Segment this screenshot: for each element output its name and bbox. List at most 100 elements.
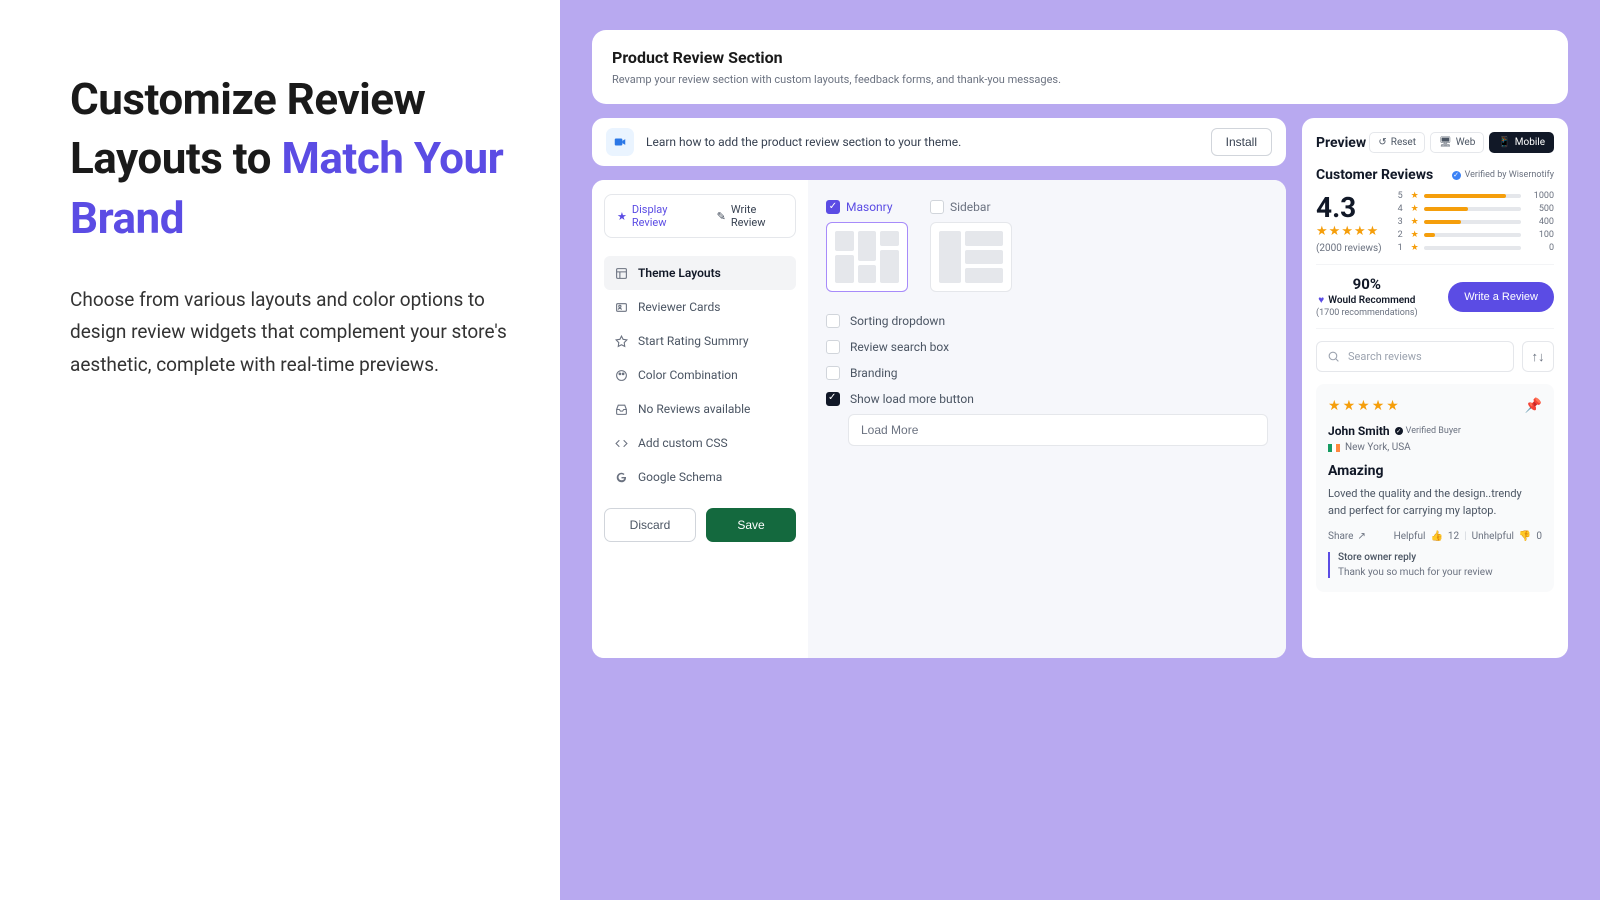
reset-button[interactable]: ↺ Reset (1369, 132, 1425, 153)
menu-reviewer-cards[interactable]: Reviewer Cards (604, 290, 796, 324)
bar-row[interactable]: 5★1000 (1398, 191, 1554, 201)
menu-google-schema[interactable]: Google Schema (604, 460, 796, 494)
bar-row[interactable]: 1★0 (1398, 243, 1554, 253)
owner-reply: Store owner reply Thank you so much for … (1328, 552, 1542, 578)
info-text: Learn how to add the product review sect… (646, 135, 1199, 149)
recommend-block: 90% ♥Would Recommend (1700 recommendatio… (1316, 275, 1418, 318)
header-card: Product Review Section Revamp your revie… (592, 30, 1568, 104)
helpful-label: Helpful (1394, 531, 1426, 542)
recommend-pct: 90% (1353, 275, 1381, 293)
loadmore-input[interactable] (848, 414, 1268, 446)
rating-value: 4.3 (1316, 191, 1382, 224)
side-menu: Theme Layouts Reviewer Cards Start Ratin… (604, 256, 796, 494)
menu-label: Reviewer Cards (638, 300, 720, 314)
hero-title: Customize Review Layouts to Match Your B… (70, 70, 560, 248)
unhelpful-label: Unhelpful (1472, 531, 1514, 542)
menu-custom-css[interactable]: Add custom CSS (604, 426, 796, 460)
opt-search[interactable]: Review search box (826, 340, 1268, 354)
heart-icon: ♥ (1318, 295, 1324, 306)
code-icon (614, 436, 628, 450)
hero-subtitle: Choose from various layouts and color op… (70, 284, 510, 381)
opt-branding[interactable]: Branding (826, 366, 1268, 380)
unhelpful-count: 0 (1536, 531, 1542, 542)
mobile-button[interactable]: 📱Mobile (1489, 132, 1554, 153)
checkbox-checked-icon (826, 392, 840, 406)
search-icon (1327, 350, 1340, 363)
checkbox-checked-icon (826, 200, 840, 214)
reset-icon: ↺ (1378, 137, 1386, 148)
install-button[interactable]: Install (1211, 128, 1272, 156)
star-icon: ★ (617, 210, 627, 223)
checkbox-icon (826, 340, 840, 354)
reviewer-name: John Smith (1328, 424, 1390, 438)
btn-label: Web (1456, 137, 1476, 148)
share-icon: ↗ (1357, 531, 1365, 542)
opt-label: Sorting dropdown (850, 314, 945, 328)
opt-label: Review search box (850, 340, 949, 354)
review-stars: ★★★★★ (1328, 398, 1399, 414)
opt-sorting[interactable]: Sorting dropdown (826, 314, 1268, 328)
user-card-icon (614, 300, 628, 314)
layout-label: Masonry (846, 200, 893, 214)
opt-loadmore[interactable]: Show load more button (826, 392, 1268, 406)
menu-star-rating[interactable]: Start Rating Summry (604, 324, 796, 358)
checkbox-icon (826, 314, 840, 328)
share-button[interactable]: Share ↗ (1328, 531, 1366, 542)
search-reviews-input[interactable]: Search reviews (1316, 341, 1514, 372)
check-icon: ✓ (1395, 427, 1403, 435)
review-count: (2000 reviews) (1316, 243, 1382, 254)
bar-row[interactable]: 4★500 (1398, 204, 1554, 214)
video-icon (606, 128, 634, 156)
bar-row[interactable]: 3★400 (1398, 217, 1554, 227)
sidebar-thumb (930, 222, 1012, 292)
sort-icon: ↑↓ (1532, 349, 1545, 365)
inbox-icon (614, 402, 628, 416)
discard-button[interactable]: Discard (604, 508, 696, 542)
preview-panel: Preview ↺ Reset 🖥 Web 📱Mobile Customer Rev… (1302, 118, 1568, 658)
rating-stars: ★★★★★ (1316, 224, 1382, 239)
menu-label: Start Rating Summry (638, 334, 749, 348)
pin-icon[interactable]: 📌 (1525, 398, 1542, 414)
review-body: Loved the quality and the design..trendy… (1328, 485, 1542, 519)
bar-row[interactable]: 2★100 (1398, 230, 1554, 240)
google-icon (614, 470, 628, 484)
menu-label: Color Combination (638, 368, 738, 382)
info-bar: Learn how to add the product review sect… (592, 118, 1286, 166)
verified-label: Verified by Wisernotify (1465, 170, 1554, 180)
thumbs-down-icon[interactable]: 👎 (1519, 531, 1531, 542)
layout-option-sidebar[interactable]: Sidebar (930, 200, 1012, 292)
owner-reply-header: Store owner reply (1338, 552, 1542, 563)
write-review-button[interactable]: Write a Review (1448, 282, 1554, 312)
flag-icon (1328, 444, 1340, 452)
tabs: ★ Display Review ✎ Write Review (604, 194, 796, 238)
layout-icon (614, 266, 628, 280)
reviewer-location: New York, USA (1345, 442, 1411, 453)
menu-theme-layouts[interactable]: Theme Layouts (604, 256, 796, 290)
web-button[interactable]: 🖥 Web (1430, 132, 1484, 153)
customer-reviews-title: Customer Reviews (1316, 167, 1433, 183)
monitor-icon: 🖥 (1439, 137, 1452, 148)
sort-button[interactable]: ↑↓ (1522, 341, 1554, 372)
rating-bars: 5★1000 4★500 3★400 2★100 1★0 (1398, 191, 1554, 254)
page-subtitle: Revamp your review section with custom l… (612, 73, 1548, 86)
tab-write-review[interactable]: ✎ Write Review (705, 195, 795, 237)
tab-display-review[interactable]: ★ Display Review (605, 195, 705, 237)
checkbox-icon (826, 366, 840, 380)
config-card: ★ Display Review ✎ Write Review (592, 180, 1286, 658)
save-button[interactable]: Save (706, 508, 796, 542)
layout-option-masonry[interactable]: Masonry (826, 200, 908, 292)
menu-no-reviews[interactable]: No Reviews available (604, 392, 796, 426)
owner-reply-body: Thank you so much for your review (1338, 567, 1542, 578)
menu-color-combination[interactable]: Color Combination (604, 358, 796, 392)
menu-label: No Reviews available (638, 402, 750, 416)
preview-title: Preview (1316, 135, 1366, 151)
share-label: Share (1328, 531, 1353, 542)
tab-label: Write Review (731, 203, 783, 229)
helpful-count: 12 (1448, 531, 1459, 542)
review-card: ★★★★★ 📌 John Smith ✓Verified Buyer New Y… (1316, 384, 1554, 592)
thumbs-up-icon[interactable]: 👍 (1430, 531, 1442, 542)
btn-label: Reset (1391, 137, 1416, 148)
recommend-sub: (1700 recommendations) (1316, 308, 1418, 318)
menu-label: Add custom CSS (638, 436, 728, 450)
btn-label: Mobile (1515, 137, 1545, 148)
